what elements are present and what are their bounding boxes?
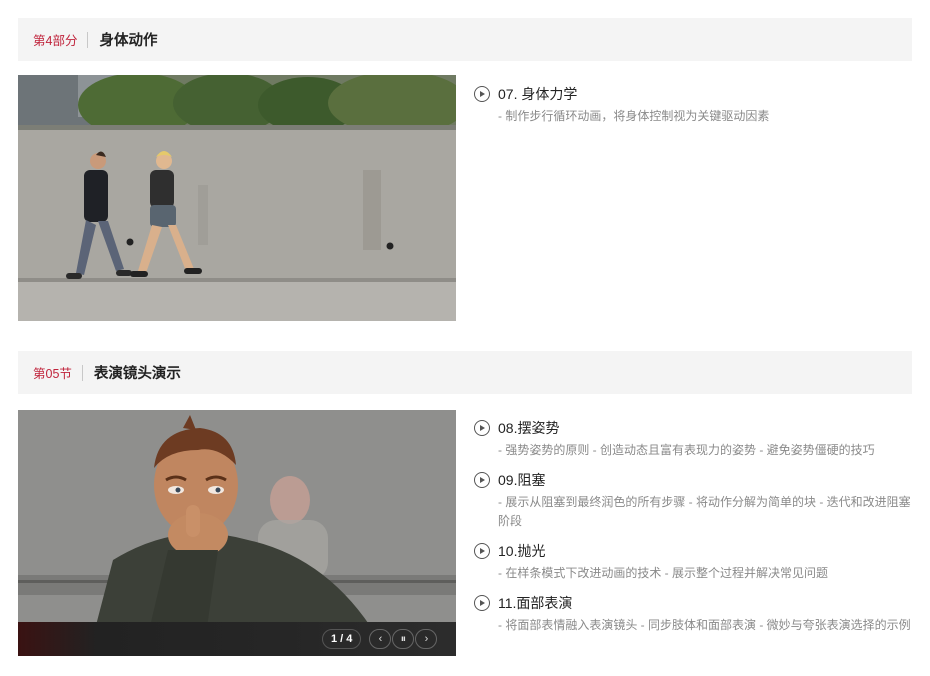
lesson-list-section05: 08.摆姿势 - 强势姿势的原则 - 创造动态且富有表现力的姿势 - 避免姿势僵… [474, 417, 916, 644]
lesson-item[interactable]: 07. 身体力学 - 制作步行循环动画，将身体控制视为关键驱动因素 [474, 83, 916, 126]
lesson-item[interactable]: 11.面部表演 - 将面部表情融入表演镜头 - 同步肢体和面部表演 - 微妙与夸… [474, 592, 916, 635]
section-header-4: 第4部分 身体动作 [18, 18, 912, 61]
play-icon[interactable] [474, 420, 490, 436]
play-icon[interactable] [474, 472, 490, 488]
lesson-title[interactable]: 10.抛光 [498, 541, 545, 561]
divider [81, 364, 83, 381]
lesson-description: - 将面部表情融入表演镜头 - 同步肢体和面部表演 - 微妙与夸张表演选择的示例 [498, 618, 911, 632]
play-icon[interactable] [474, 595, 490, 611]
pause-button[interactable]: ⏸ [392, 629, 415, 649]
play-icon[interactable] [474, 86, 490, 102]
walk-cycle-image [18, 75, 456, 321]
divider [87, 31, 89, 48]
play-icon[interactable] [474, 543, 490, 559]
section-number: 第4部分 [33, 34, 78, 48]
prev-slide-button[interactable]: ‹ [369, 629, 392, 649]
section-number: 第05节 [33, 367, 72, 381]
slideshow-pager: 1 / 4 ‹ ⏸ › [322, 628, 438, 650]
lesson-description: - 制作步行循环动画，将身体控制视为关键驱动因素 [498, 109, 770, 123]
lesson-item[interactable]: 08.摆姿势 - 强势姿势的原则 - 创造动态且富有表现力的姿势 - 避免姿势僵… [474, 417, 916, 460]
section-header-05: 第05节 表演镜头演示 [18, 351, 912, 394]
lesson-title[interactable]: 11.面部表演 [498, 593, 572, 613]
lesson-description: - 在样条模式下改进动画的技术 - 展示整个过程并解决常见问题 [498, 566, 828, 580]
lesson-item[interactable]: 09.阻塞 - 展示从阻塞到最终润色的所有步骤 - 将动作分解为简单的块 - 迭… [474, 469, 916, 531]
next-slide-button[interactable]: › [415, 629, 438, 649]
section-title: 身体动作 [99, 33, 158, 49]
section-title: 表演镜头演示 [93, 366, 181, 382]
lesson-description: - 展示从阻塞到最终润色的所有步骤 - 将动作分解为简单的块 - 迭代和改进阻塞… [498, 495, 911, 528]
lesson-title[interactable]: 08.摆姿势 [498, 418, 559, 438]
lesson-title[interactable]: 07. 身体力学 [498, 84, 577, 104]
lesson-title[interactable]: 09.阻塞 [498, 470, 545, 490]
lesson-list-section4: 07. 身体力学 - 制作步行循环动画，将身体控制视为关键驱动因素 [474, 83, 916, 135]
lesson-description: - 强势姿势的原则 - 创造动态且富有表现力的姿势 - 避免姿势僵硬的技巧 [498, 443, 875, 457]
lesson-item[interactable]: 10.抛光 - 在样条模式下改进动画的技术 - 展示整个过程并解决常见问题 [474, 540, 916, 583]
acting-shot-slideshow: 1 / 4 ‹ ⏸ › [18, 410, 456, 656]
slide-counter: 1 / 4 [322, 629, 362, 649]
slideshow-control-bar: 1 / 4 ‹ ⏸ › [18, 622, 456, 656]
